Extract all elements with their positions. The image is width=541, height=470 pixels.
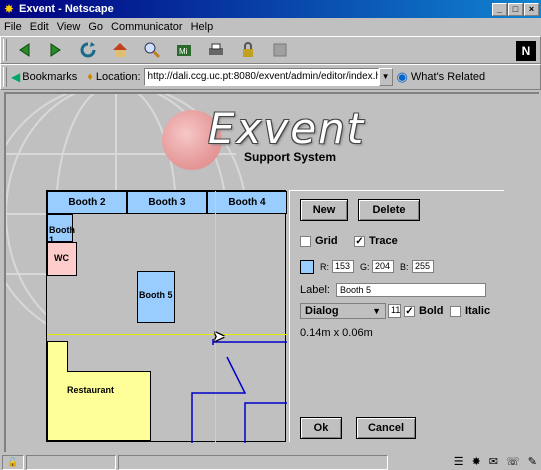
properties-panel: New Delete Grid ✓ Trace R: 153 G: 204 B:… <box>289 190 504 442</box>
font-size-input[interactable]: 11 <box>388 304 401 318</box>
red-label: R: <box>320 262 329 272</box>
toolbar-grip[interactable] <box>3 39 7 61</box>
menu-bar: File Edit View Go Communicator Help <box>0 18 541 35</box>
netscape-app-icon: ✸ <box>3 2 15 16</box>
close-button[interactable]: × <box>524 2 539 16</box>
status-progress <box>26 455 116 470</box>
back-icon[interactable] <box>11 39 37 61</box>
color-swatch[interactable] <box>300 260 314 274</box>
navigation-toolbar: Mi N <box>0 36 541 64</box>
ok-button[interactable]: Ok <box>300 417 342 439</box>
maximize-button[interactable]: □ <box>508 2 523 16</box>
my-netscape-icon[interactable]: Mi <box>171 39 197 61</box>
search-icon[interactable] <box>139 39 165 61</box>
grid-option[interactable]: Grid <box>300 235 338 247</box>
trace-checkbox[interactable]: ✓ <box>354 235 365 247</box>
navigator-icon[interactable]: ✸ <box>472 455 481 468</box>
chevron-down-icon: ▼ <box>372 306 381 316</box>
red-input[interactable]: 153 <box>332 260 354 273</box>
location-grip[interactable] <box>3 67 7 87</box>
menu-go[interactable]: Go <box>88 21 103 33</box>
composer-icon[interactable]: ✎ <box>528 455 537 468</box>
url-field[interactable]: http://dali.ccg.uc.pt:8080/exvent/admin/… <box>143 68 379 86</box>
bookmarks-button[interactable]: ◀ Bookmarks <box>11 70 77 84</box>
italic-option[interactable]: Italic <box>450 305 490 317</box>
booth-2[interactable]: Booth 2 <box>47 191 127 214</box>
menu-file[interactable]: File <box>4 21 22 33</box>
forward-icon[interactable] <box>43 39 69 61</box>
page-content: Exvent Support System Booth 2 Booth 3 Bo… <box>4 92 539 452</box>
status-bar: 🔓 ☰ ✸ ✉ ☏ ✎ <box>0 455 541 470</box>
location-label: Location: <box>95 71 141 83</box>
component-bar: ☰ ✸ ✉ ☏ ✎ <box>454 455 537 468</box>
restaurant-shape[interactable]: Restaurant <box>47 331 157 441</box>
stop-icon[interactable] <box>267 39 293 61</box>
floor-plan-canvas[interactable]: Booth 2 Booth 3 Booth 4 Booth 1 WC Booth… <box>46 190 287 443</box>
booth-5[interactable]: Booth 5 <box>137 271 175 323</box>
print-icon[interactable] <box>203 39 229 61</box>
font-select[interactable]: Dialog ▼ <box>300 303 386 319</box>
reload-icon[interactable] <box>75 39 101 61</box>
window-title: Exvent - Netscape <box>19 3 114 15</box>
svg-text:Mi: Mi <box>179 47 188 56</box>
browser-window: ✸ Exvent - Netscape _ □ × File Edit View… <box>0 0 541 470</box>
grid-label: Grid <box>315 235 338 247</box>
blue-input[interactable]: 255 <box>412 260 434 273</box>
booth-3[interactable]: Booth 3 <box>127 191 207 214</box>
trace-path <box>191 339 287 443</box>
menu-edit[interactable]: Edit <box>30 21 49 33</box>
bold-label: Bold <box>419 305 444 317</box>
blue-label: B: <box>400 262 409 272</box>
trace-label: Trace <box>369 235 398 247</box>
grid-checkbox[interactable] <box>300 235 311 247</box>
horizontal-guide <box>47 334 287 335</box>
home-icon[interactable] <box>107 39 133 61</box>
whats-related-button[interactable]: ◉ What's Related <box>397 69 486 85</box>
menu-view[interactable]: View <box>57 21 81 33</box>
bold-option[interactable]: ✓ Bold <box>404 305 443 317</box>
bookmarks-label: Bookmarks <box>22 71 78 83</box>
cancel-button[interactable]: Cancel <box>356 417 416 439</box>
green-label: G: <box>360 262 370 272</box>
whats-related-icon: ◉ <box>396 69 408 84</box>
netscape-logo-icon[interactable]: N <box>516 41 536 61</box>
label-caption: Label: <box>300 284 330 296</box>
mouse-cursor-icon: ➤ <box>213 328 225 344</box>
location-toolbar: ◀ Bookmarks ♦ Location: http://dali.ccg.… <box>0 64 541 90</box>
minimize-button[interactable]: _ <box>492 2 507 16</box>
bookmarks-icon: ◀ <box>11 70 21 84</box>
security-status-icon[interactable]: 🔓 <box>2 455 24 470</box>
status-message <box>118 455 388 470</box>
label-input[interactable]: Booth 5 <box>336 283 486 297</box>
restaurant-label: Restaurant <box>67 385 114 395</box>
bold-checkbox[interactable]: ✓ <box>404 305 415 317</box>
trace-option[interactable]: ✓ Trace <box>354 235 398 247</box>
title-bar: ✸ Exvent - Netscape _ □ × <box>0 0 541 18</box>
booth-4[interactable]: Booth 4 <box>207 191 287 214</box>
menu-communicator[interactable]: Communicator <box>111 21 183 33</box>
booth-1[interactable]: Booth 1 <box>47 214 75 245</box>
wc-room[interactable]: WC <box>47 242 77 276</box>
green-input[interactable]: 204 <box>372 260 394 273</box>
exvent-logo: Exvent Support System <box>146 94 396 174</box>
font-select-value: Dialog <box>305 305 339 317</box>
new-button[interactable]: New <box>300 199 348 221</box>
url-dropdown-button[interactable]: ▼ <box>378 68 393 86</box>
delete-button[interactable]: Delete <box>358 199 420 221</box>
logo-title: Exvent <box>208 104 366 153</box>
dimension-readout: 0.14m x 0.06m <box>300 327 373 339</box>
italic-label: Italic <box>465 305 491 317</box>
whats-related-label: What's Related <box>410 71 486 83</box>
location-caption: ♦ Location: <box>87 71 140 83</box>
mail-icon[interactable]: ✉ <box>489 455 498 468</box>
italic-checkbox[interactable] <box>450 305 461 317</box>
component-grip-icon[interactable]: ☰ <box>454 455 464 468</box>
security-icon[interactable] <box>235 39 261 61</box>
discussions-icon[interactable]: ☏ <box>506 455 520 468</box>
menu-help[interactable]: Help <box>191 21 214 33</box>
logo-subtitle: Support System <box>244 150 337 164</box>
location-page-icon[interactable]: ♦ <box>87 71 93 83</box>
